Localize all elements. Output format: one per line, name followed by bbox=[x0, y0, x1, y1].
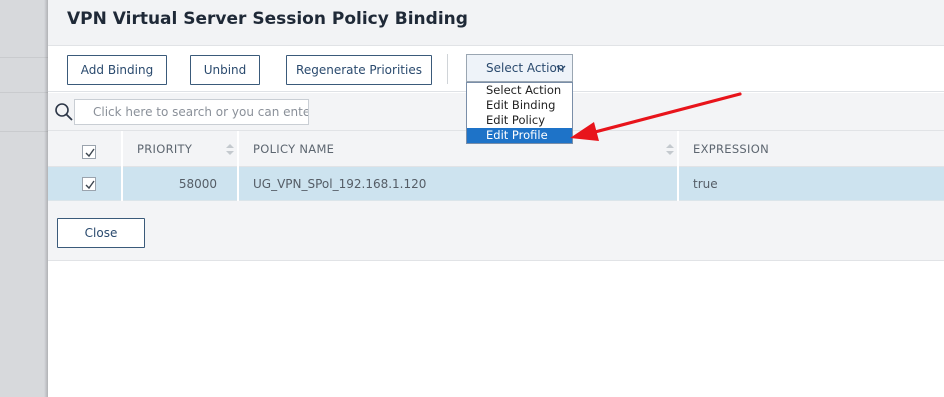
row-checkbox[interactable] bbox=[82, 177, 96, 191]
checkmark-icon bbox=[85, 180, 95, 190]
chevron-down-icon bbox=[556, 65, 566, 71]
menu-option-edit-policy[interactable]: Edit Policy bbox=[467, 113, 572, 128]
column-divider bbox=[121, 167, 123, 201]
select-all-checkbox[interactable] bbox=[82, 145, 96, 159]
background-divider bbox=[0, 92, 48, 93]
select-action-dropdown[interactable]: Select Action bbox=[466, 54, 573, 82]
search-input[interactable]: Click here to search or you can ente bbox=[74, 99, 309, 125]
column-divider bbox=[121, 131, 123, 167]
select-action-menu: Select Action Edit Binding Edit Policy E… bbox=[466, 82, 573, 144]
menu-option-select-action[interactable]: Select Action bbox=[467, 83, 572, 98]
background-divider bbox=[0, 131, 48, 132]
close-button[interactable]: Close bbox=[57, 218, 145, 248]
table-row[interactable]: 58000 UG_VPN_SPol_192.168.1.120 true bbox=[48, 167, 944, 201]
column-header-expression[interactable]: EXPRESSION bbox=[693, 131, 769, 167]
column-divider bbox=[237, 167, 239, 201]
column-divider bbox=[677, 167, 679, 201]
cell-expression: true bbox=[693, 177, 718, 191]
toolbar-divider bbox=[447, 54, 448, 84]
policy-binding-panel: VPN Virtual Server Session Policy Bindin… bbox=[48, 0, 944, 397]
search-icon[interactable] bbox=[54, 102, 74, 122]
cell-priority: 58000 bbox=[178, 177, 217, 191]
column-divider bbox=[677, 131, 679, 167]
panel-header: VPN Virtual Server Session Policy Bindin… bbox=[48, 0, 944, 46]
column-header-priority[interactable]: PRIORITY bbox=[137, 131, 192, 167]
column-divider bbox=[237, 131, 239, 167]
background-divider bbox=[0, 57, 48, 58]
cell-policy-name[interactable]: UG_VPN_SPol_192.168.1.120 bbox=[253, 167, 426, 201]
menu-option-edit-binding[interactable]: Edit Binding bbox=[467, 98, 572, 113]
panel-footer: Close bbox=[48, 201, 944, 261]
unbind-button[interactable]: Unbind bbox=[190, 55, 260, 85]
select-action-value: Select Action bbox=[486, 61, 565, 75]
add-binding-button[interactable]: Add Binding bbox=[67, 55, 167, 85]
menu-option-edit-profile[interactable]: Edit Profile bbox=[467, 128, 572, 143]
sort-icon[interactable] bbox=[666, 144, 674, 155]
sort-icon[interactable] bbox=[226, 144, 234, 155]
page-title: VPN Virtual Server Session Policy Bindin… bbox=[67, 9, 468, 29]
background-page bbox=[0, 0, 48, 397]
regenerate-priorities-button[interactable]: Regenerate Priorities bbox=[286, 55, 432, 85]
column-header-policy-name[interactable]: POLICY NAME bbox=[253, 131, 334, 167]
checkmark-icon bbox=[85, 148, 95, 158]
